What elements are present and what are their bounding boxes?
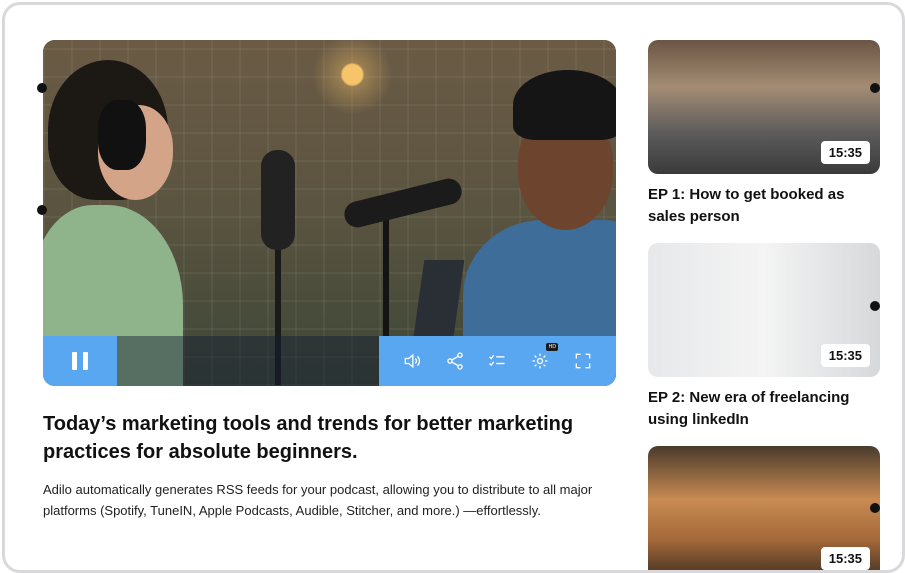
- pause-button[interactable]: [43, 336, 117, 386]
- pause-icon: [72, 352, 77, 370]
- microphone-left: [261, 150, 295, 250]
- pause-icon-bar: [83, 352, 88, 370]
- episode-card[interactable]: 15:35 EP 1: How to get booked as sales p…: [648, 40, 880, 228]
- volume-icon[interactable]: [400, 349, 424, 373]
- duration-badge: 15:35: [820, 344, 870, 367]
- episode-thumbnail[interactable]: 15:35: [648, 243, 880, 377]
- fullscreen-icon[interactable]: [571, 349, 595, 373]
- app-frame: HD Today’s marketing tools and trends fo…: [2, 2, 905, 573]
- episode-title[interactable]: EP 2: New era of freelancing using linke…: [648, 387, 880, 431]
- episode-card[interactable]: 15:35 EP 2: New era of freelancing using…: [648, 243, 880, 431]
- anchor-dot: [870, 503, 880, 513]
- episode-card[interactable]: 15:35: [648, 446, 880, 570]
- control-icons: HD: [379, 336, 616, 386]
- video-description: Adilo automatically generates RSS feeds …: [43, 482, 593, 518]
- video-title: Today’s marketing tools and trends for b…: [43, 413, 574, 463]
- anchor-dot: [870, 301, 880, 311]
- episode-title[interactable]: EP 1: How to get booked as sales person: [648, 184, 880, 228]
- duration-badge: 15:35: [820, 547, 870, 570]
- anchor-dot: [37, 205, 47, 215]
- host-left-figure: [43, 60, 243, 386]
- episode-thumbnail[interactable]: 15:35: [648, 446, 880, 570]
- episode-thumbnail[interactable]: 15:35: [648, 40, 880, 174]
- settings-icon[interactable]: HD: [528, 343, 559, 373]
- playlist-icon[interactable]: [485, 349, 509, 373]
- anchor-dot: [870, 83, 880, 93]
- duration-badge: 15:35: [820, 141, 870, 164]
- hd-badge: HD: [546, 343, 559, 351]
- share-icon[interactable]: [443, 349, 467, 373]
- video-controls: HD: [43, 336, 616, 386]
- main-video-player[interactable]: HD: [43, 40, 616, 386]
- progress-scrubber[interactable]: [117, 336, 379, 386]
- anchor-dot: [37, 83, 47, 93]
